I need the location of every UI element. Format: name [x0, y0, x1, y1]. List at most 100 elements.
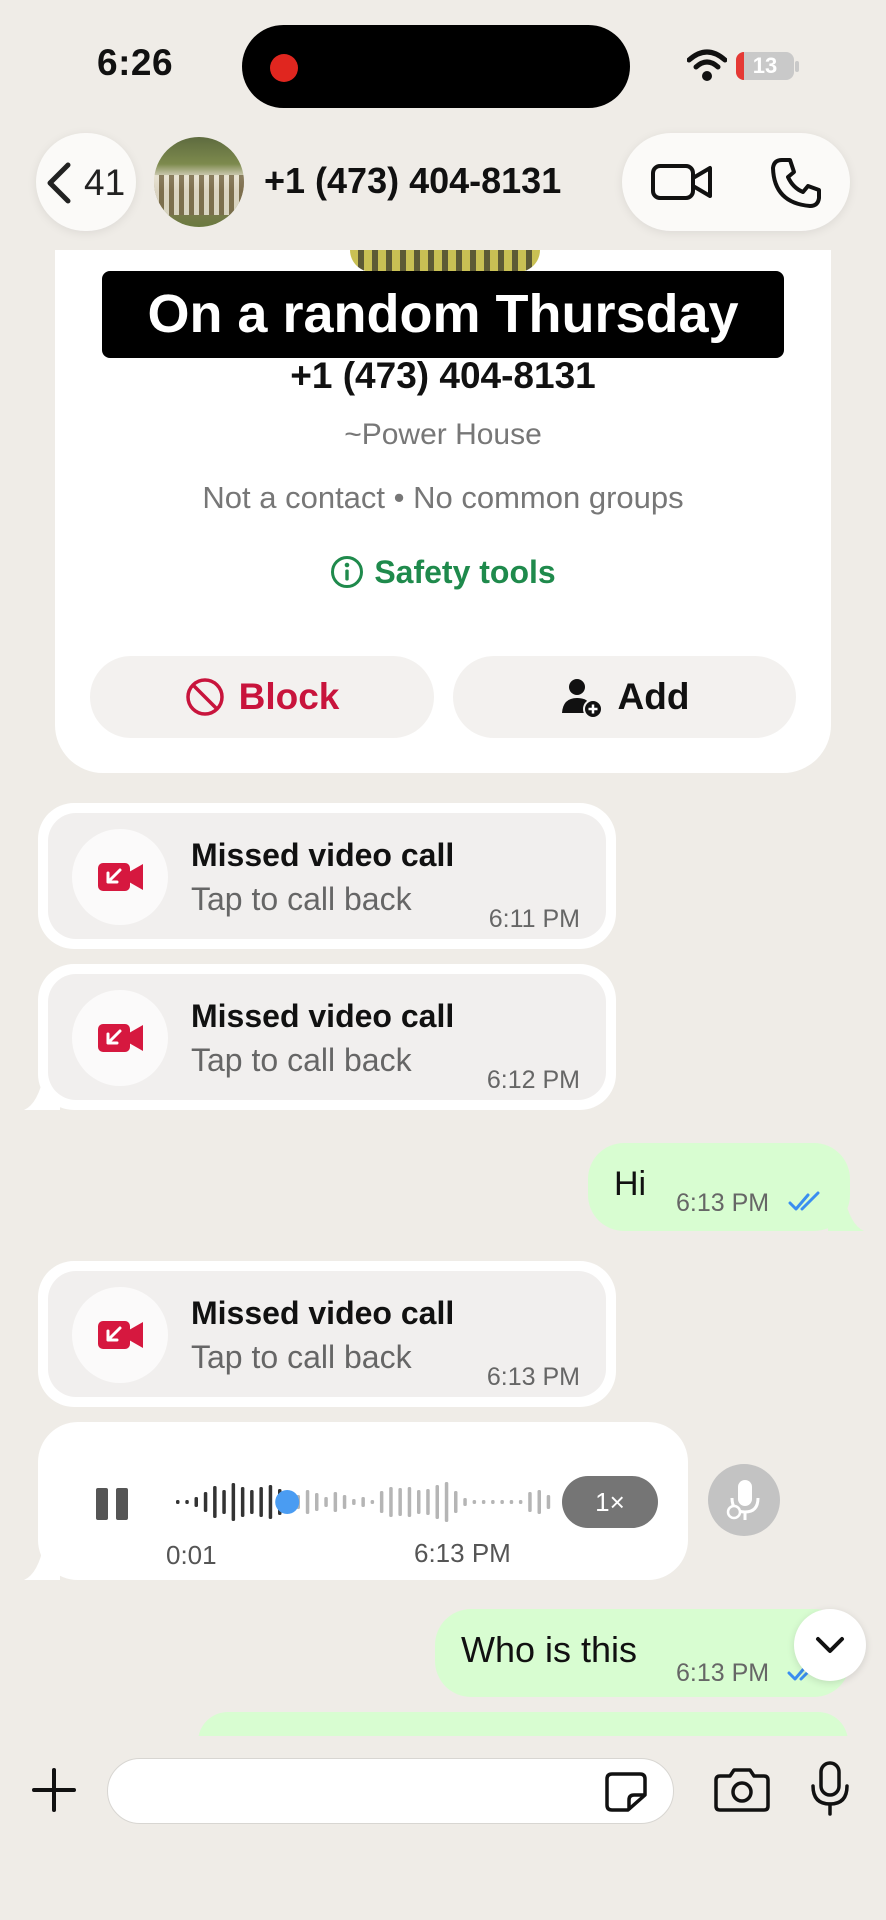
bubble-tail: [828, 1195, 864, 1231]
voice-elapsed: 0:01: [166, 1540, 217, 1570]
voice-message[interactable]: 0:01 6:13 PM 1×: [24, 1422, 688, 1580]
camera-icon[interactable]: [714, 1766, 770, 1812]
waveform-bar: [324, 1497, 328, 1507]
waveform-bar: [352, 1499, 356, 1505]
battery-tip: [795, 61, 799, 72]
waveform-bar: [250, 1490, 254, 1514]
waveform-bar: [305, 1490, 310, 1514]
chevron-left-icon[interactable]: [44, 161, 74, 205]
missed-video-call-icon: [72, 829, 168, 925]
waveform-bar: [528, 1492, 532, 1512]
battery-icon: 13: [736, 52, 794, 80]
waveform-bar: [379, 1491, 384, 1513]
missed-video-call-icon: [72, 1287, 168, 1383]
contact-avatar[interactable]: [154, 137, 244, 227]
waveform-bar: [315, 1493, 319, 1511]
waveform-bar: [333, 1492, 338, 1512]
message-time: 6:12 PM: [486, 1066, 580, 1094]
outgoing-message[interactable]: Who is this 6:13 PM: [435, 1609, 850, 1697]
pause-icon[interactable]: [94, 1486, 132, 1522]
waveform-bar: [240, 1487, 245, 1517]
unread-count[interactable]: 41: [84, 162, 125, 204]
profile-photo: [350, 250, 540, 272]
message-input[interactable]: [107, 1758, 674, 1824]
waveform-bar: [407, 1487, 412, 1517]
message-time: 6:13 PM: [486, 1363, 580, 1391]
waveform-bar: [231, 1483, 236, 1521]
scroll-to-bottom-button[interactable]: [794, 1609, 866, 1681]
missed-call-message[interactable]: Missed video call Tap to call back 6:12 …: [24, 964, 616, 1110]
safety-tools-label: Safety tools: [374, 554, 556, 590]
bubble-tail: [24, 1544, 60, 1580]
mic-icon: [726, 1480, 760, 1520]
missed-call-message[interactable]: Missed video call Tap to call back 6:13 …: [38, 1261, 616, 1407]
plus-icon[interactable]: [30, 1766, 78, 1814]
playback-position-handle[interactable]: [275, 1490, 300, 1514]
chevron-down-icon: [816, 1637, 844, 1653]
waveform-bar: [268, 1485, 273, 1519]
read-receipt-icon: [788, 1191, 820, 1211]
message-text: Hi: [614, 1165, 647, 1203]
dynamic-island: [242, 25, 630, 108]
waveform-bar: [472, 1500, 477, 1504]
waveform-bar: [463, 1498, 467, 1506]
waveform-bar: [518, 1500, 523, 1504]
waveform-bar: [509, 1500, 514, 1504]
microphone-icon[interactable]: [808, 1760, 852, 1816]
waveform-bar: [222, 1490, 226, 1514]
waveform-bar: [417, 1490, 421, 1514]
waveform-bar: [213, 1486, 217, 1518]
waveform-bar: [398, 1488, 402, 1516]
missed-call-title: Missed video call: [191, 998, 455, 1034]
waveform-bar: [185, 1500, 189, 1504]
video-camera-icon[interactable]: [650, 158, 714, 206]
waveform-bar: [203, 1492, 208, 1512]
waveform-bar: [435, 1485, 439, 1519]
message-time: 6:13 PM: [676, 1189, 770, 1217]
sticker-icon[interactable]: [604, 1771, 648, 1813]
waveform-bar: [546, 1495, 551, 1509]
outgoing-message[interactable]: Hi 6:13 PM: [588, 1143, 864, 1231]
card-phone-number: +1 (473) 404-8131: [290, 355, 596, 396]
card-alias: ~Power House: [344, 418, 542, 451]
status-time: 6:26: [97, 42, 174, 83]
missed-video-call-icon: [72, 990, 168, 1086]
block-icon: [185, 678, 224, 716]
chat-title[interactable]: +1 (473) 404-8131: [264, 160, 561, 202]
video-caption: On a random Thursday: [102, 271, 784, 358]
wifi-icon: [687, 49, 727, 81]
block-button[interactable]: Block: [90, 656, 434, 738]
waveform-bar: [194, 1497, 198, 1507]
info-icon: [331, 556, 364, 588]
waveform-bar: [500, 1500, 504, 1504]
missed-call-subtitle: Tap to call back: [191, 881, 412, 917]
message-time: 6:13 PM: [414, 1538, 511, 1568]
waveform-bar: [259, 1487, 263, 1517]
message-text: Who is this: [461, 1629, 638, 1670]
add-contact-button[interactable]: Add: [453, 656, 796, 738]
recording-indicator-icon: [270, 54, 298, 82]
playback-speed-button[interactable]: 1×: [562, 1476, 658, 1528]
message-time: 6:11 PM: [488, 905, 580, 933]
missed-call-message[interactable]: Missed video call Tap to call back 6:11 …: [38, 803, 616, 949]
missed-call-subtitle: Tap to call back: [191, 1339, 412, 1375]
waveform-bar: [481, 1500, 486, 1504]
waveform-bar: [454, 1491, 458, 1513]
missed-call-subtitle: Tap to call back: [191, 1042, 412, 1078]
voice-sender-avatar: [708, 1464, 780, 1536]
phone-icon[interactable]: [768, 155, 824, 211]
waveform-bar: [426, 1489, 430, 1515]
missed-call-title: Missed video call: [191, 1295, 455, 1331]
missed-call-title: Missed video call: [191, 837, 455, 873]
message-time: 6:13 PM: [676, 1659, 770, 1687]
waveform-bar: [491, 1500, 495, 1504]
battery-level: 13: [752, 53, 778, 78]
waveform-bar: [361, 1497, 365, 1507]
voice-waveform[interactable]: [174, 1478, 554, 1526]
safety-tools-link[interactable]: Safety tools: [55, 554, 831, 591]
block-label: Block: [238, 676, 340, 717]
add-person-icon: [561, 679, 603, 719]
add-label: Add: [617, 676, 690, 717]
card-contact-status: Not a contact • No common groups: [202, 480, 684, 515]
waveform-bar: [342, 1495, 347, 1509]
